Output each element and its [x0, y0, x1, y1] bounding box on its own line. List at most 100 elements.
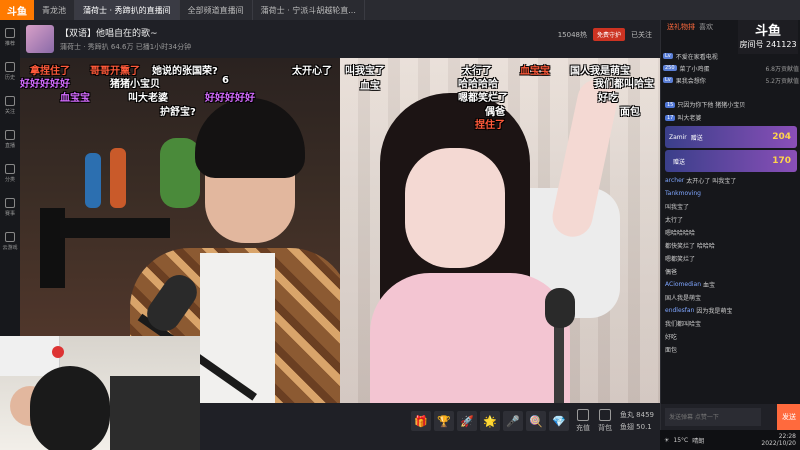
- room-number: 241123: [766, 40, 797, 49]
- chat-text: 我们都叫哈宝: [665, 321, 702, 328]
- backpack-icon: [598, 409, 611, 421]
- red-figure: [52, 346, 64, 358]
- rank-row[interactable]: Lv 果我会想你 5.2万贡献值: [663, 74, 799, 86]
- weather-text: 晴朗: [692, 437, 705, 445]
- gift-list: 🎁 🏆 🚀 🌟 🎤 🍭 💎: [408, 411, 569, 431]
- gift-item[interactable]: 🍭: [526, 411, 546, 431]
- gift-item[interactable]: 🏆: [434, 411, 454, 431]
- tab-like[interactable]: 喜欢: [699, 22, 713, 32]
- chat-username[interactable]: ACiomedian: [665, 281, 701, 288]
- heart-icon: [5, 95, 15, 106]
- weather-icon: ☀: [664, 436, 670, 444]
- danmaku: 叫我宝了: [345, 66, 385, 77]
- gift-item[interactable]: 🎤: [503, 411, 523, 431]
- chat-username[interactable]: Tankmoving: [665, 190, 701, 197]
- chat-text: 叫我宝了: [665, 204, 690, 211]
- chat-message: 偶爸: [661, 265, 800, 278]
- room-number-overlay: 斗鱼 房间号 241123: [738, 20, 798, 54]
- clock-icon: [5, 61, 15, 72]
- gift-count: 204: [772, 132, 791, 142]
- tv-icon: [5, 129, 15, 140]
- danmaku: 面包: [620, 107, 640, 118]
- chat-message: endlesfan 因为我是萌宝: [661, 304, 800, 317]
- chat-text: 血宝: [703, 282, 716, 289]
- chat-message: 好吃: [661, 330, 800, 343]
- chat-text: 叫大老婆: [677, 115, 702, 122]
- guard-badge[interactable]: 免费守护: [592, 28, 625, 41]
- tab-gift-rank[interactable]: 送礼物排: [667, 22, 695, 32]
- danmaku: 猪猪小宝贝: [110, 79, 160, 90]
- top-bar: 斗鱼 青龙池 蒲荷士 · 秀蹄扒的直播间 全部频道直播间 蒲荷士 · 宁派斗胡越…: [0, 0, 800, 20]
- microphone: [545, 288, 575, 328]
- sidebar-item-match[interactable]: 赛事: [0, 190, 20, 224]
- hulk-figure: [160, 138, 200, 208]
- follow-button[interactable]: 已关注: [631, 30, 652, 40]
- danmaku: 好吃: [598, 93, 618, 104]
- figure-toy: [85, 153, 101, 208]
- chat-input[interactable]: [665, 408, 761, 426]
- trophy-icon: [5, 197, 15, 208]
- rank-row[interactable]: Lv 不爱在家看电视: [663, 50, 799, 62]
- gift-item[interactable]: 🎁: [411, 411, 431, 431]
- gift-item[interactable]: 🚀: [457, 411, 477, 431]
- chat-text: 只因为你下他 猪猪小宝贝: [677, 102, 746, 109]
- chat-text: 偶爸: [665, 269, 678, 276]
- sidebar-item-live[interactable]: 直播: [0, 122, 20, 156]
- mic-stand: [554, 326, 564, 403]
- figure-toy: [110, 148, 126, 208]
- streamer-top: [370, 273, 570, 403]
- room-meta: 蒲荷士 · 秀蹄扒 64.6万 已播1小时34分钟: [60, 43, 192, 51]
- pip-webcam[interactable]: [0, 336, 200, 450]
- tab-0[interactable]: 青龙池: [34, 0, 75, 20]
- chat-text: 嗯哈哈哈哈: [665, 230, 696, 237]
- gift-sender[interactable]: Zamir: [669, 134, 687, 141]
- chat-panel: 送礼物排 喜欢 斗鱼 房间号 241123 Lv 不爱在家看电视 250 菜了小鸡蛋…: [660, 20, 800, 450]
- sidebar-item-history[interactable]: 历史: [0, 54, 20, 88]
- chat-messages: 15 只因为你下他 猪猪小宝贝 17 叫大老婆 Zamir 赠送 204 赠送 170 arche…: [661, 98, 800, 423]
- danmaku: 太开心了: [292, 66, 332, 77]
- douyu-watermark: 斗鱼: [754, 24, 781, 39]
- sidebar-item-category[interactable]: 分类: [0, 156, 20, 190]
- sidebar-item-follow[interactable]: 关注: [0, 88, 20, 122]
- tab-2[interactable]: 全部频道直播间: [180, 0, 253, 20]
- sidebar-item-cloudgame[interactable]: 云游戏: [0, 224, 20, 258]
- streamer-face: [405, 148, 505, 268]
- gamepad-icon: [5, 231, 15, 242]
- gift-item[interactable]: 🌟: [480, 411, 500, 431]
- chair: [110, 376, 200, 450]
- chat-message: 太行了: [661, 213, 800, 226]
- gift-item[interactable]: 💎: [549, 411, 569, 431]
- fishball-balance: 鱼丸 8459: [619, 411, 654, 419]
- danmaku: 血宝宝: [520, 66, 550, 77]
- chat-text: 好吃: [665, 334, 678, 341]
- level-badge: 15: [665, 101, 676, 108]
- gift-count: 170: [772, 156, 791, 166]
- danmaku: 她说的张国荣?: [152, 66, 218, 77]
- gift-banner: Zamir 赠送 204: [665, 126, 797, 148]
- chat-message: 17 叫大老婆: [661, 111, 800, 124]
- douyu-logo[interactable]: 斗鱼: [0, 0, 34, 20]
- backpack-button[interactable]: 背包: [598, 409, 612, 433]
- chat-text: 国人我是萌宝: [665, 295, 702, 302]
- grid-icon: [5, 163, 15, 174]
- danmaku: 好好好好好: [20, 79, 70, 90]
- rank-row[interactable]: 250 菜了小鸡蛋 6.8万贡献值: [663, 62, 799, 74]
- tab-3[interactable]: 蒲荷士 · 宁派斗胡越轮直...: [253, 0, 365, 20]
- chat-message: 我们都叫哈宝: [661, 317, 800, 330]
- gift-bar: 🎁 🏆 🚀 🌟 🎤 🍭 💎 充值 背包 鱼丸 8459 鱼翅 50.1: [200, 403, 660, 450]
- chat-message: 叫我宝了: [661, 200, 800, 213]
- keyboard: [60, 218, 170, 238]
- tab-1[interactable]: 蒲荷士 · 秀蹄扒的直播间: [75, 0, 180, 20]
- recharge-button[interactable]: 充值: [576, 409, 590, 433]
- fishfin-balance: 鱼翅 50.1: [619, 423, 652, 431]
- chat-text: 都快笑烂了 哈哈哈: [665, 243, 715, 250]
- chat-message: 嗯哈哈哈哈: [661, 226, 800, 239]
- chat-message: archer 太开心了 叫我宝了: [661, 174, 800, 187]
- streamer-avatar[interactable]: [26, 25, 54, 53]
- send-button[interactable]: 发送: [777, 404, 800, 430]
- chat-username[interactable]: archer: [665, 177, 684, 184]
- sidebar-item-recommend[interactable]: 推荐: [0, 20, 20, 54]
- chat-username[interactable]: endlesfan: [665, 307, 694, 314]
- chat-text: 太开心了 叫我宝了: [686, 178, 737, 185]
- danmaku: 血宝: [360, 81, 380, 92]
